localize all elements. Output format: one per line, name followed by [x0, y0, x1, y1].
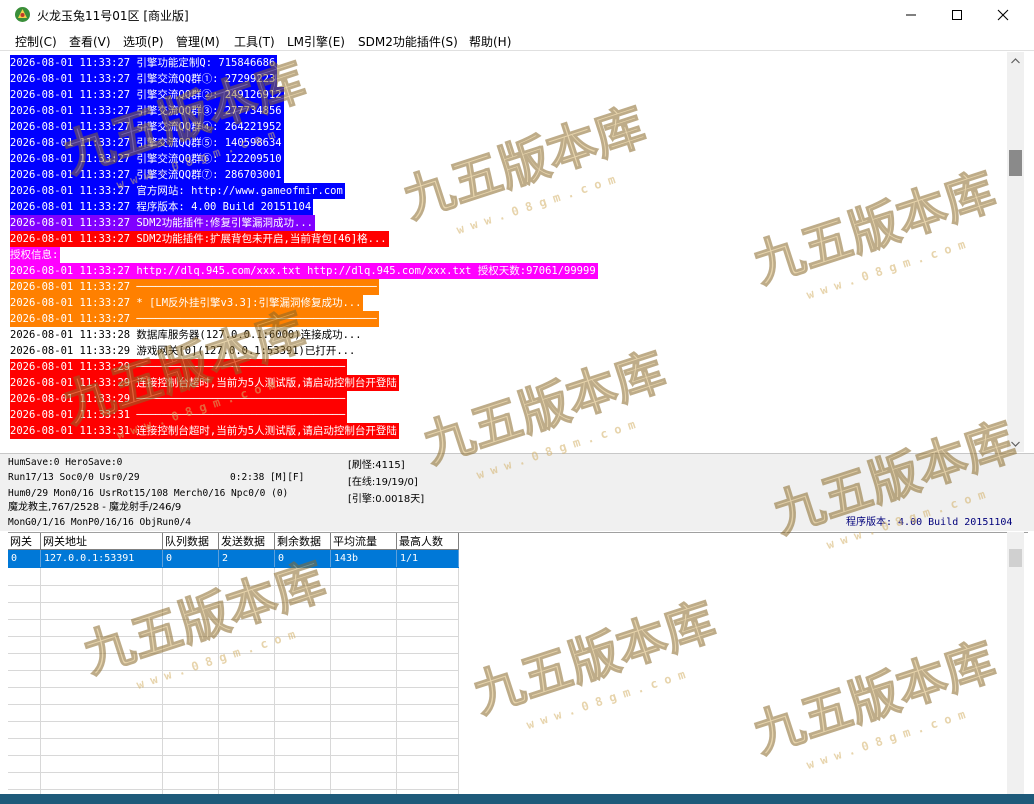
cell-remain: 0 [275, 550, 331, 567]
col-avg-flow[interactable]: 平均流量 [331, 533, 397, 550]
log-line: 2026-08-01 11:33:27 引擎交流QQ群④: 264221952 [10, 119, 284, 135]
log-line: 2026-08-01 11:33:27 引擎交流QQ群⑦: 286703001 [10, 167, 284, 183]
menu-bar: 控制(C) 查看(V) 选项(P) 管理(M) 工具(T) LM引擎(E) SD… [0, 30, 1034, 51]
desktop-taskbar-strip [0, 794, 1034, 804]
table-empty-row [8, 602, 459, 620]
stat-run: Run17/13 Soc0/0 Usr0/29 [8, 472, 140, 483]
log-scroll-thumb[interactable] [1009, 150, 1022, 176]
menu-options[interactable]: 选项(P) [123, 33, 164, 50]
table-empty-row [8, 772, 459, 790]
cell-max-users: 1/1 [397, 550, 459, 567]
col-gate[interactable]: 网关 [8, 533, 41, 550]
cell-send: 2 [219, 550, 275, 567]
menu-tools[interactable]: 工具(T) [234, 33, 275, 50]
log-line: 2026-08-01 11:33:27 引擎交流QQ群⑤: 140598634 [10, 135, 284, 151]
table-grid-line [40, 568, 41, 794]
scroll-down-icon[interactable] [1007, 435, 1024, 452]
log-line: 2026-08-01 11:33:27 官方网站: http://www.gam… [10, 183, 345, 199]
table-empty-row [8, 721, 459, 739]
stat-online: [在线:19/19/0] [348, 477, 418, 488]
table-grid-line [218, 568, 219, 794]
window-title: 火龙玉兔11号01区 [商业版] [37, 9, 189, 23]
col-send[interactable]: 发送数据 [219, 533, 275, 550]
cell-gate: 0 [8, 550, 41, 567]
table-empty-row [8, 568, 459, 586]
table-empty-row [8, 755, 459, 773]
gate-table[interactable]: 网关 网关地址 队列数据 发送数据 剩余数据 平均流量 最高人数 0 127.0… [8, 532, 1028, 794]
minimize-icon [906, 14, 916, 16]
log-panel[interactable]: 2026-08-01 11:33:27 引擎功能定制Q: 715846686 2… [8, 52, 1007, 452]
table-empty-row [8, 670, 459, 688]
maximize-button[interactable] [934, 0, 980, 30]
close-icon [997, 9, 1009, 21]
log-line: 2026-08-01 11:33:27 引擎交流QQ群③: 277734856 [10, 103, 284, 119]
table-empty-row [8, 619, 459, 637]
log-scrollbar[interactable] [1007, 52, 1024, 452]
stat-monster: 魔龙教主,767/2528 - 魔龙射手/246/9 [8, 502, 182, 513]
log-line: 2026-08-01 11:33:28 数据库服务器(127.0.0.1:600… [10, 329, 362, 341]
col-remain[interactable]: 剩余数据 [275, 533, 331, 550]
cell-avg-flow: 143b [331, 550, 397, 567]
log-line: 2026-08-01 11:33:29 ────────────────────… [10, 359, 348, 375]
status-panel: HumSave:0 HeroSave:0 Run17/13 Soc0/0 Usr… [0, 453, 1034, 531]
table-empty-row [8, 738, 459, 756]
log-line: 2026-08-01 11:33:29 游戏网关[0](127.0.0.1:53… [10, 345, 356, 357]
log-line: 2026-08-01 11:33:27 * [LM反外挂引擎v3.3]:引擎漏洞… [10, 295, 364, 311]
table-grid-line [162, 568, 163, 794]
stat-mong: MonG0/1/16 MonP0/16/16 ObjRun0/4 [8, 517, 192, 528]
log-line: 2026-08-01 11:33:29 ────────────────────… [10, 391, 348, 407]
cell-address: 127.0.0.1:53391 [41, 550, 163, 567]
stat-save: HumSave:0 HeroSave:0 [8, 457, 123, 468]
table-empty-row [8, 585, 459, 603]
log-line: 2026-08-01 11:33:31 连接控制台超时,当前为5人测试版,请启动… [10, 423, 399, 439]
menu-sdm2-plugin[interactable]: SDM2功能插件(S) [358, 33, 458, 50]
table-grid-line [458, 568, 459, 794]
app-icon [14, 6, 31, 23]
close-button[interactable] [980, 0, 1026, 30]
menu-manage[interactable]: 管理(M) [176, 33, 220, 50]
table-empty-row [8, 704, 459, 722]
menu-help[interactable]: 帮助(H) [469, 33, 511, 50]
log-line: 2026-08-01 11:33:27 ────────────────────… [10, 311, 379, 327]
col-queue[interactable]: 队列数据 [163, 533, 219, 550]
table-empty-row [8, 636, 459, 654]
log-line: 2026-08-01 11:33:27 程序版本: 4.00 Build 201… [10, 199, 314, 215]
table-scrollbar[interactable] [1007, 532, 1024, 794]
menu-control[interactable]: 控制(C) [15, 33, 57, 50]
log-line: 2026-08-01 11:33:27 SDM2功能插件:扩展背包未开启,当前背… [10, 231, 389, 247]
log-line: 2026-08-01 11:33:29 连接控制台超时,当前为5人测试版,请启动… [10, 375, 399, 391]
table-grid-line [330, 568, 331, 794]
log-line: 2026-08-01 11:33:27 引擎交流QQ群②: 249126912 [10, 87, 284, 103]
log-line: 2026-08-01 11:33:27 http://dlq.945.com/x… [10, 263, 598, 279]
stat-engine: [引擎:0.0018天] [348, 494, 425, 505]
title-bar[interactable]: 火龙玉兔11号01区 [商业版] [0, 0, 1034, 30]
cell-queue: 0 [163, 550, 219, 567]
scroll-up-icon[interactable] [1007, 52, 1024, 69]
log-line: 2026-08-01 11:33:27 引擎交流QQ群①: 27299223 [10, 71, 278, 87]
table-empty-row [8, 687, 459, 705]
log-line: 2026-08-01 11:33:27 引擎交流QQ群⑥: 122209510 [10, 151, 284, 167]
stat-uptime: 0:2:38 [M][F] [230, 472, 305, 483]
table-grid-line [396, 568, 397, 794]
log-line: 2026-08-01 11:33:27 SDM2功能插件:修复引擎漏洞成功... [10, 215, 316, 231]
menu-lm-engine[interactable]: LM引擎(E) [287, 33, 345, 50]
stat-hum: Hum0/29 Mon0/16 UsrRot15/108 Merch0/16 N… [8, 488, 289, 499]
menu-view[interactable]: 查看(V) [69, 33, 111, 50]
col-address[interactable]: 网关地址 [41, 533, 163, 550]
log-line: 2026-08-01 11:33:31 ────────────────────… [10, 407, 348, 423]
table-empty-row [8, 653, 459, 671]
log-line: 授权信息: [10, 247, 61, 263]
table-scroll-thumb[interactable] [1009, 549, 1022, 567]
stat-refresh: [刷怪:4115] [348, 460, 405, 471]
table-grid-line [274, 568, 275, 794]
minimize-button[interactable] [888, 0, 934, 30]
log-line: 2026-08-01 11:33:27 ────────────────────… [10, 279, 379, 295]
version-label: 程序版本: 4.00 Build 20151104 [846, 517, 1013, 528]
table-row[interactable]: 0 127.0.0.1:53391 0 2 0 143b 1/1 [8, 550, 459, 568]
maximize-icon [952, 10, 962, 20]
log-line: 2026-08-01 11:33:27 引擎功能定制Q: 715846686 [10, 55, 278, 71]
col-max-users[interactable]: 最高人数 [397, 533, 459, 550]
